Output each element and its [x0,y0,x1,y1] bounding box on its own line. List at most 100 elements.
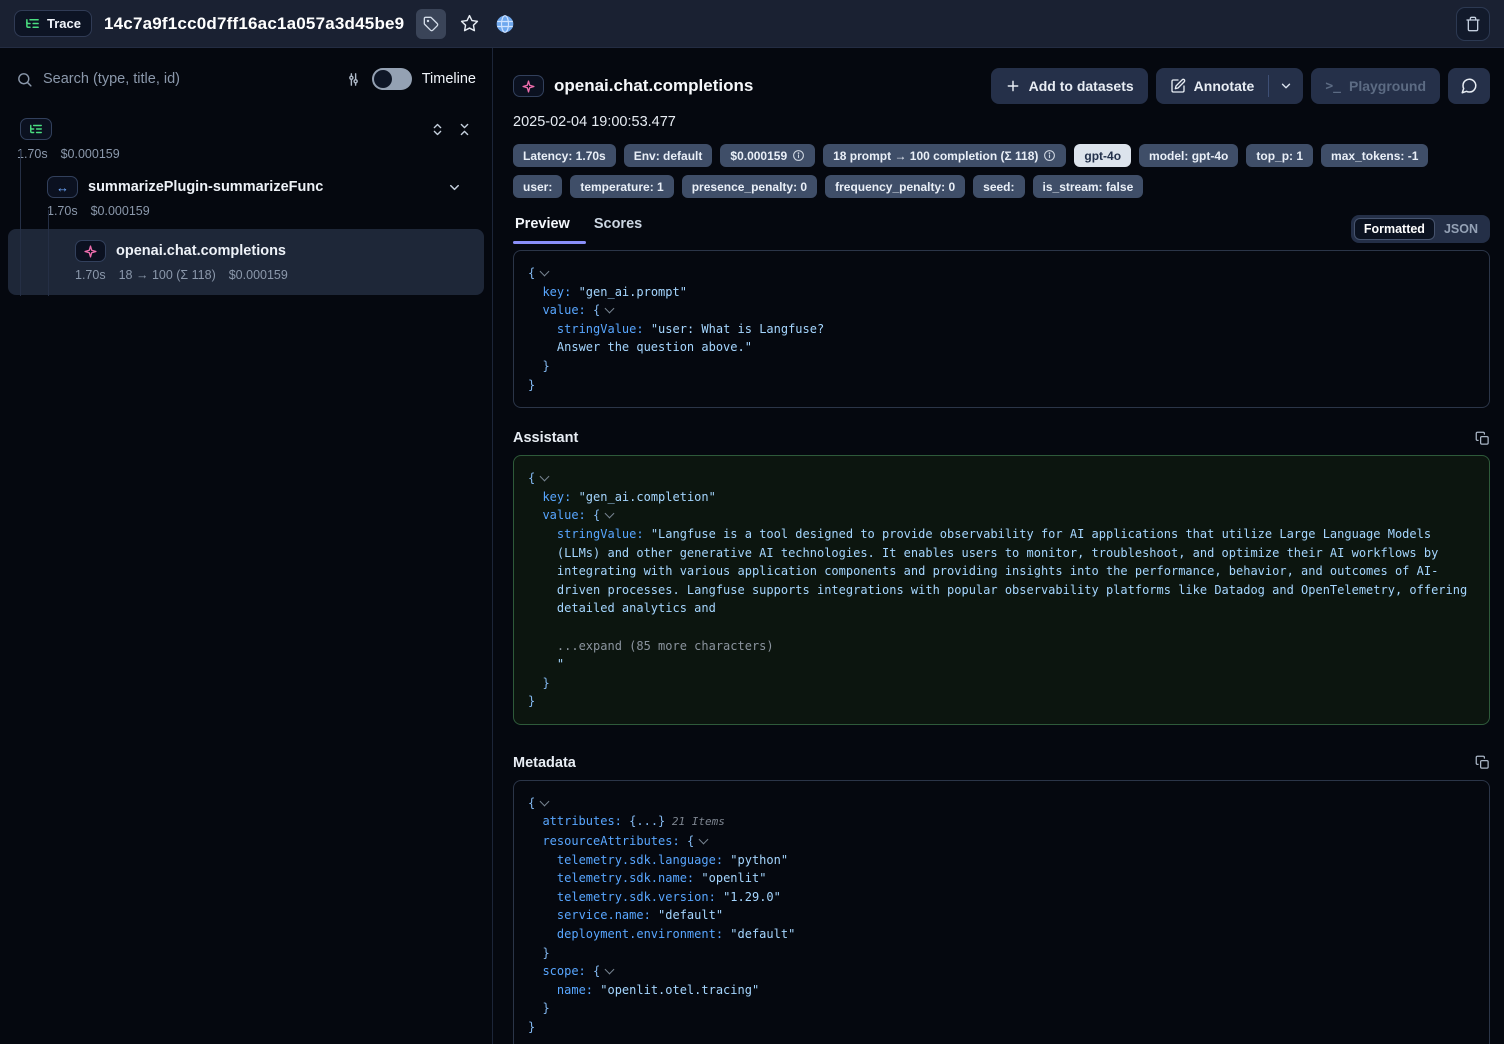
collapse-chevron-icon[interactable] [605,965,615,975]
filter-settings-icon[interactable] [345,71,362,88]
collapse-chevron-icon[interactable] [540,472,550,482]
code-line: { [528,794,1475,813]
generation-node-pill [513,75,544,97]
code-line: deployment.environment: "default" [528,925,1475,944]
tree-root-row[interactable] [8,118,484,140]
code-line: " [528,655,1475,674]
search-input[interactable] [43,71,335,87]
code-line: Answer the question above." [528,338,1475,357]
delete-trace-button[interactable] [1456,7,1490,41]
code-line: value: { [528,506,1475,525]
top-bar: Trace 14c7a9f1cc0d7ff16ac1a057a3d45be9 [0,0,1504,48]
trace-tree-sidebar: Timeline [0,48,493,1044]
code-token: "user: What is Langfuse? [644,322,825,336]
collapse-chevron-icon[interactable] [540,796,550,806]
tree-connector-line [48,210,49,296]
code-token: value: [542,508,585,522]
tab-scores[interactable]: Scores [592,214,644,244]
code-line: } [528,1018,1475,1037]
code-token: resourceAttributes: [542,834,679,848]
trace-tree: 1.70s $0.000159 ↔ summarizePlugin-summar… [0,118,492,295]
code-token: "1.29.0" [716,890,781,904]
code-token: key: [542,285,571,299]
badge-label: temperature: 1 [580,180,663,194]
code-token: service.name: [557,908,651,922]
collapse-chevron-icon[interactable] [540,267,550,277]
list-tree-icon [29,122,43,136]
code-token: "openlit.otel.tracing" [593,983,759,997]
code-line: telemetry.sdk.version: "1.29.0" [528,888,1475,907]
code-token: "gen_ai.completion" [571,490,716,504]
expand-all-icon[interactable] [430,122,445,137]
item-duration: 1.70s [75,268,106,282]
collapse-chevron-icon[interactable] [699,835,709,845]
tree-item-label: summarizePlugin-summarizeFunc [88,179,323,195]
code-line: } [528,999,1475,1018]
openai-sparkle-icon [522,80,535,93]
annotate-button[interactable]: Annotate [1156,68,1269,104]
assistant-section-header: Assistant [513,430,1490,446]
code-token: stringValue: [557,322,644,336]
preview-scroll-area[interactable]: { key: "gen_ai.prompt" value: { stringValue… [513,250,1490,1044]
code-token: { [528,266,535,280]
star-icon [460,14,479,33]
model-param-badge: presence_penalty: 0 [682,175,817,198]
tree-item-span[interactable]: ↔ summarizePlugin-summarizeFunc 1.70s $0… [8,176,484,218]
code-token: } [528,694,535,708]
badge-label: $0.000159 [730,149,787,163]
collapse-chevron-icon[interactable] [605,304,615,314]
format-option-formatted[interactable]: Formatted [1354,218,1435,240]
item-duration: 1.70s [47,204,78,218]
timeline-toggle[interactable] [372,68,412,90]
section-title: Metadata [513,755,576,771]
model-param-badge: temperature: 1 [570,175,673,198]
tab-preview[interactable]: Preview [513,214,572,244]
code-line: { [528,469,1475,488]
tree-item-generation-selected[interactable]: openai.chat.completions 1.70s 18 → 100 (… [8,229,484,295]
annotate-split-button: Annotate [1156,68,1304,104]
code-line: { [528,264,1475,283]
copy-icon[interactable] [1475,431,1490,446]
trace-root-node-pill[interactable] [20,118,52,140]
code-token: deployment.environment: [557,927,723,941]
badge-label: Env: default [634,149,703,163]
code-token: } [542,676,549,690]
badge-label: 18 prompt → 100 completion (Σ 118) [833,149,1038,163]
badge-label: frequency_penalty: 0 [835,180,955,194]
code-token: { [528,471,535,485]
code-line: resourceAttributes: { [528,832,1475,851]
badge-label: is_stream: false [1043,180,1134,194]
format-option-json[interactable]: JSON [1435,219,1487,239]
comments-button[interactable] [1448,68,1490,104]
info-icon[interactable] [1043,149,1056,162]
code-token: stringValue: [557,527,644,541]
bookmark-star-button[interactable] [458,12,481,35]
item-cost: $0.000159 [91,204,150,218]
app-root: Trace 14c7a9f1cc0d7ff16ac1a057a3d45be9 T… [0,0,1504,1044]
env-badge: Env: default [624,144,713,167]
info-icon[interactable] [792,149,805,162]
playground-button[interactable]: >_ Playground [1311,68,1440,104]
collapse-chevron-icon[interactable] [605,509,615,519]
public-share-button[interactable] [493,12,517,36]
code-token: "default" [723,927,795,941]
code-token: telemetry.sdk.name: [557,871,694,885]
expand-link[interactable]: ...expand (85 more characters) [557,639,774,653]
code-token: scope: [542,964,585,978]
code-token: } [542,946,549,960]
code-token: "default" [651,908,723,922]
model-param-badge: user: [513,175,562,198]
annotate-dropdown-button[interactable] [1269,68,1303,104]
tags-button[interactable] [416,9,446,39]
add-to-datasets-button[interactable]: Add to datasets [991,68,1148,104]
chevron-down-icon[interactable] [447,180,462,195]
copy-icon[interactable] [1475,755,1490,770]
collapse-all-icon[interactable] [457,122,472,137]
tree-item-label: openai.chat.completions [116,243,286,259]
terminal-icon: >_ [1325,79,1341,94]
code-line: key: "gen_ai.prompt" [528,283,1475,302]
metadata-code-block: {attributes: {...} 21 ItemsresourceAttri… [513,780,1490,1044]
code-line: telemetry.sdk.language: "python" [528,851,1475,870]
comment-bubble-icon [1460,77,1478,95]
span-node-pill: ↔ [47,176,78,198]
